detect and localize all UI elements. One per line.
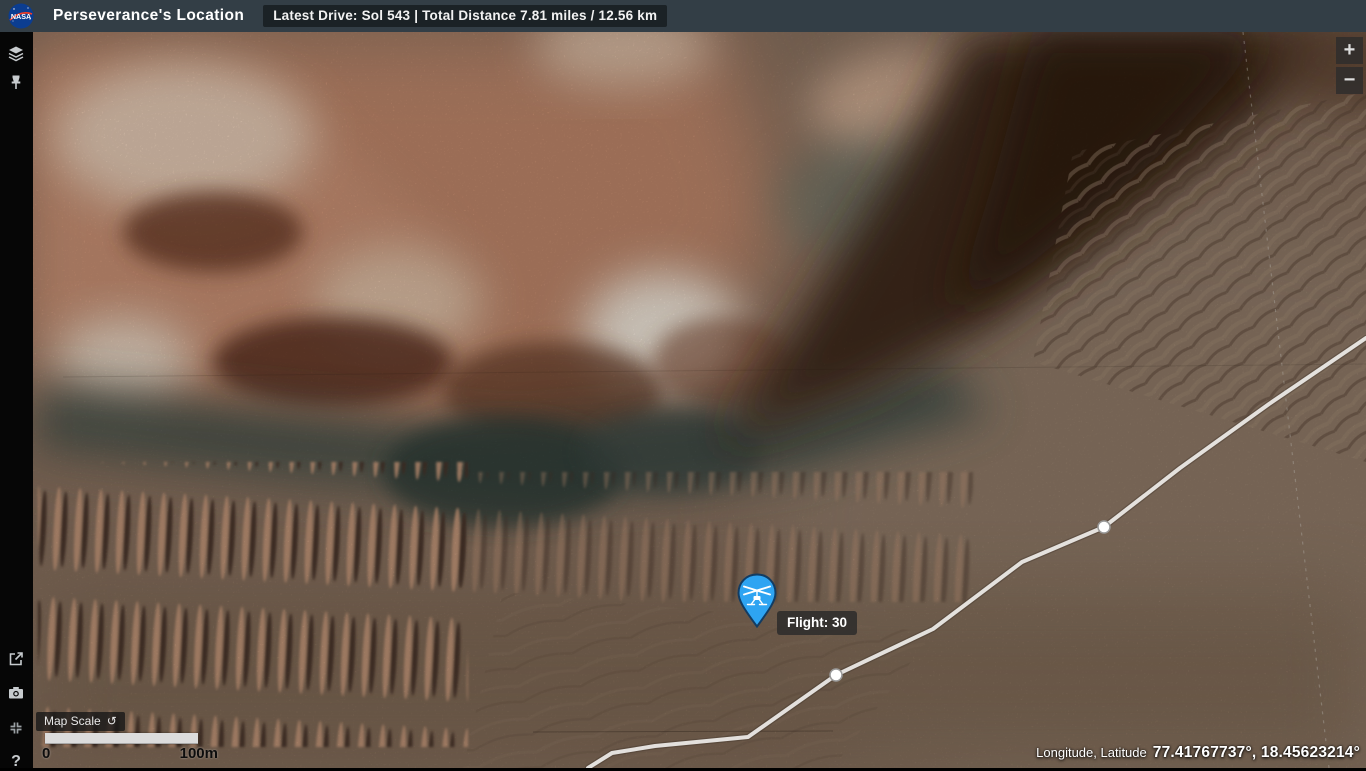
map-canvas[interactable]: + − Flight: 30 Map Scale ↺ 0 100m Longit…: [33, 32, 1366, 768]
svg-text:NASA: NASA: [11, 12, 31, 21]
tool-sidebar: ?: [0, 32, 33, 771]
coordinates-value: 77.41767737°, 18.45623214°: [1152, 744, 1360, 761]
coordinates-readout: Longitude, Latitude 77.41767737°, 18.4562…: [1036, 744, 1360, 762]
coordinates-label: Longitude, Latitude: [1036, 745, 1147, 760]
nasa-logo-icon[interactable]: NASA: [8, 3, 34, 29]
page-title: Perseverance's Location: [53, 7, 245, 24]
map-scale-control: Map Scale ↺ 0 100m: [36, 712, 218, 762]
mars-surface-imagery: [33, 32, 1366, 768]
zoom-out-button[interactable]: −: [1336, 67, 1363, 94]
help-icon[interactable]: ?: [7, 753, 25, 771]
top-bar: NASA Perseverance's Location Latest Driv…: [0, 0, 1366, 32]
recenter-icon[interactable]: [7, 719, 25, 737]
latest-drive-badge: Latest Drive: Sol 543 | Total Distance 7…: [263, 5, 668, 27]
map-scale-toggle[interactable]: Map Scale ↺: [36, 712, 125, 731]
marker-tooltip: Flight: 30: [777, 611, 857, 635]
reset-scale-icon: ↺: [106, 714, 117, 728]
scale-bar: [45, 733, 198, 744]
pin-icon[interactable]: [7, 73, 25, 91]
zoom-controls: + −: [1336, 37, 1363, 94]
scale-end-label: 100m: [179, 745, 218, 762]
scale-start-label: 0: [42, 745, 51, 762]
layers-icon[interactable]: [7, 45, 25, 63]
camera-icon[interactable]: [7, 684, 25, 702]
external-link-icon[interactable]: [7, 650, 25, 668]
map-scale-label: Map Scale: [44, 714, 101, 728]
helicopter-marker[interactable]: Flight: 30: [736, 573, 857, 635]
zoom-in-button[interactable]: +: [1336, 37, 1363, 64]
pin-shape: [737, 573, 777, 629]
